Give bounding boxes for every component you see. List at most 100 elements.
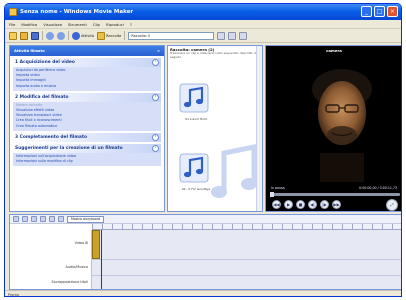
stop-button[interactable]: ■ — [296, 200, 305, 209]
task-group-title: Completamento del filmato — [19, 134, 87, 140]
maximize-button[interactable]: □ — [374, 6, 385, 17]
close-button[interactable]: × — [387, 6, 398, 17]
fullscreen-button[interactable]: ⤢ — [386, 198, 398, 211]
tasks-panel-header: Attività filmato × — [10, 46, 164, 56]
task-group-edit: 2 Modifica del filmato ˄ Mostra raccolte… — [13, 92, 161, 131]
video-clip[interactable] — [92, 230, 100, 259]
expand-icon[interactable]: ˅ — [152, 133, 159, 141]
collection-dropdown-value: Raccolta: Il — [131, 33, 151, 38]
zoom-in-icon[interactable] — [31, 216, 37, 222]
collapse-icon[interactable]: ˄ — [152, 59, 159, 66]
task-link[interactable]: Importa audio o musica — [16, 84, 158, 89]
task-group-title: Modifica del filmato — [19, 94, 69, 100]
close-panel-icon[interactable]: × — [157, 49, 160, 53]
menu-play[interactable]: Riproduci — [106, 22, 124, 27]
menu-edit[interactable]: Modifica — [21, 22, 37, 27]
toolbar-separator — [42, 31, 43, 40]
task-group-title: Suggerimenti per la creazione di un film… — [15, 145, 123, 151]
up-folder-icon[interactable] — [217, 31, 226, 40]
show-storyboard-button[interactable]: Mostra storyboard — [67, 215, 105, 223]
undo-icon[interactable] — [46, 31, 54, 40]
minimize-button[interactable]: _ — [361, 6, 372, 17]
fast-forward-button[interactable]: ▶▶ — [332, 200, 341, 209]
track-label-audio: Audio/Musica — [65, 265, 88, 269]
status-text: Pronto — [8, 293, 19, 297]
rewind-button[interactable]: ◀◀ — [272, 200, 281, 209]
timeline-tracks: Video ⊞ Audio/Musica Sovrapposizione tit… — [10, 230, 401, 289]
seek-bar[interactable] — [270, 192, 400, 197]
timeline-toolbar: Mostra storyboard — [10, 215, 401, 224]
views-icon[interactable] — [239, 31, 248, 40]
toolbar-separator — [68, 31, 69, 40]
app-window: Senza nome - Windows Movie Maker _ □ × F… — [4, 3, 402, 297]
video-frame — [266, 55, 401, 182]
collapse-icon[interactable]: ˄ — [152, 93, 159, 101]
collection-dropdown[interactable]: Raccolta: Il — [128, 31, 215, 40]
tasks-button[interactable]: Attività — [72, 31, 94, 40]
save-icon[interactable] — [31, 31, 39, 40]
task-group-number: 3 — [15, 134, 19, 140]
task-group-header[interactable]: 1 Acquisizione del video ˄ — [13, 58, 161, 67]
task-group-title: Acquisizione del video — [19, 60, 75, 65]
video-track[interactable] — [92, 230, 401, 260]
task-group-finish: 3 Completamento del filmato ˅ — [13, 132, 161, 142]
status-bar: Pronto — [5, 290, 401, 297]
new-folder-icon[interactable] — [228, 31, 237, 40]
task-link[interactable]: Informazioni sulla modifica di clip — [16, 159, 158, 164]
menu-help[interactable]: ? — [130, 22, 132, 27]
play-button[interactable]: ▶ — [284, 200, 293, 209]
previous-frame-button[interactable]: ◀| — [308, 200, 317, 209]
title-bar[interactable]: Senza nome - Windows Movie Maker _ □ × — [5, 4, 401, 20]
time-readout: 0:00:00,00 / 0:00:11,73 — [359, 185, 397, 190]
task-group-number: 2 — [15, 94, 19, 100]
playhead[interactable] — [101, 230, 102, 289]
track-label-titles: Sovrapposizione titoli — [51, 280, 88, 284]
main-toolbar: Attività Raccolte Raccolta: Il — [5, 29, 401, 43]
playback-state: In pausa — [271, 185, 285, 190]
set-audio-levels-icon[interactable] — [13, 216, 19, 222]
collections-button-label: Raccolte — [105, 33, 122, 38]
preview-monitor: camera In pausa 0:00:00,00 / 0:00:11,73 … — [265, 45, 401, 212]
title-overlay-track[interactable] — [92, 276, 401, 289]
new-project-icon[interactable] — [9, 31, 17, 40]
redo-icon[interactable] — [57, 31, 65, 40]
clip-item[interactable]: 01 Lunch Hold — [176, 80, 216, 126]
narrate-icon[interactable] — [22, 216, 28, 222]
collections-icon — [96, 31, 105, 40]
tasks-panel-title: Attività filmato — [14, 49, 45, 53]
track-labels: Video ⊞ Audio/Musica Sovrapposizione tit… — [10, 230, 92, 289]
menu-view[interactable]: Visualizza — [43, 22, 62, 27]
monitor-title: camera — [326, 48, 342, 53]
menu-tools[interactable]: Strumenti — [68, 22, 87, 27]
monitor-status: In pausa 0:00:00,00 / 0:00:11,73 — [266, 183, 401, 192]
task-group-header[interactable]: 2 Modifica del filmato ˄ — [13, 92, 161, 102]
collections-button[interactable]: Raccolte — [96, 31, 122, 40]
clip-label: 01 Lunch Hold — [185, 117, 207, 121]
task-group-number: 1 — [15, 60, 19, 65]
window-title: Senza nome - Windows Movie Maker — [20, 9, 134, 15]
timeline-panel: Mostra storyboard Video ⊞ Audio/Musica S… — [9, 214, 401, 290]
next-frame-button[interactable]: |▶ — [320, 200, 329, 209]
collapse-icon[interactable]: ˄ — [152, 144, 159, 152]
audio-track[interactable] — [92, 260, 401, 276]
task-group-header[interactable]: 3 Completamento del filmato ˅ — [13, 132, 161, 142]
task-link[interactable]: Crea filmato automatico — [16, 124, 158, 129]
tasks-panel: Attività filmato × 1 Acquisizione del vi… — [9, 45, 165, 212]
transport-controls: ◀◀ ▶ ■ ◀| |▶ ▶▶ ⤢ — [266, 197, 401, 211]
task-group-header[interactable]: Suggerimenti per la creazione di un film… — [13, 143, 161, 153]
zoom-out-icon[interactable] — [40, 216, 46, 222]
contents-scrollbar[interactable] — [256, 46, 262, 211]
track-area[interactable] — [92, 230, 401, 289]
rewind-timeline-icon[interactable] — [49, 216, 55, 222]
play-timeline-icon[interactable] — [58, 216, 64, 222]
tasks-button-label: Attività — [81, 33, 94, 38]
music-watermark-icon — [208, 141, 260, 203]
menu-bar: File Modifica Visualizza Strumenti Clip … — [5, 20, 401, 29]
menu-file[interactable]: File — [9, 22, 15, 27]
track-label-video[interactable]: Video ⊞ — [12, 241, 88, 245]
toolbar-separator — [124, 31, 126, 40]
movie-maker-icon — [9, 8, 17, 16]
menu-clip[interactable]: Clip — [93, 22, 100, 27]
tasks-icon — [72, 31, 80, 40]
open-project-icon[interactable] — [20, 31, 28, 40]
